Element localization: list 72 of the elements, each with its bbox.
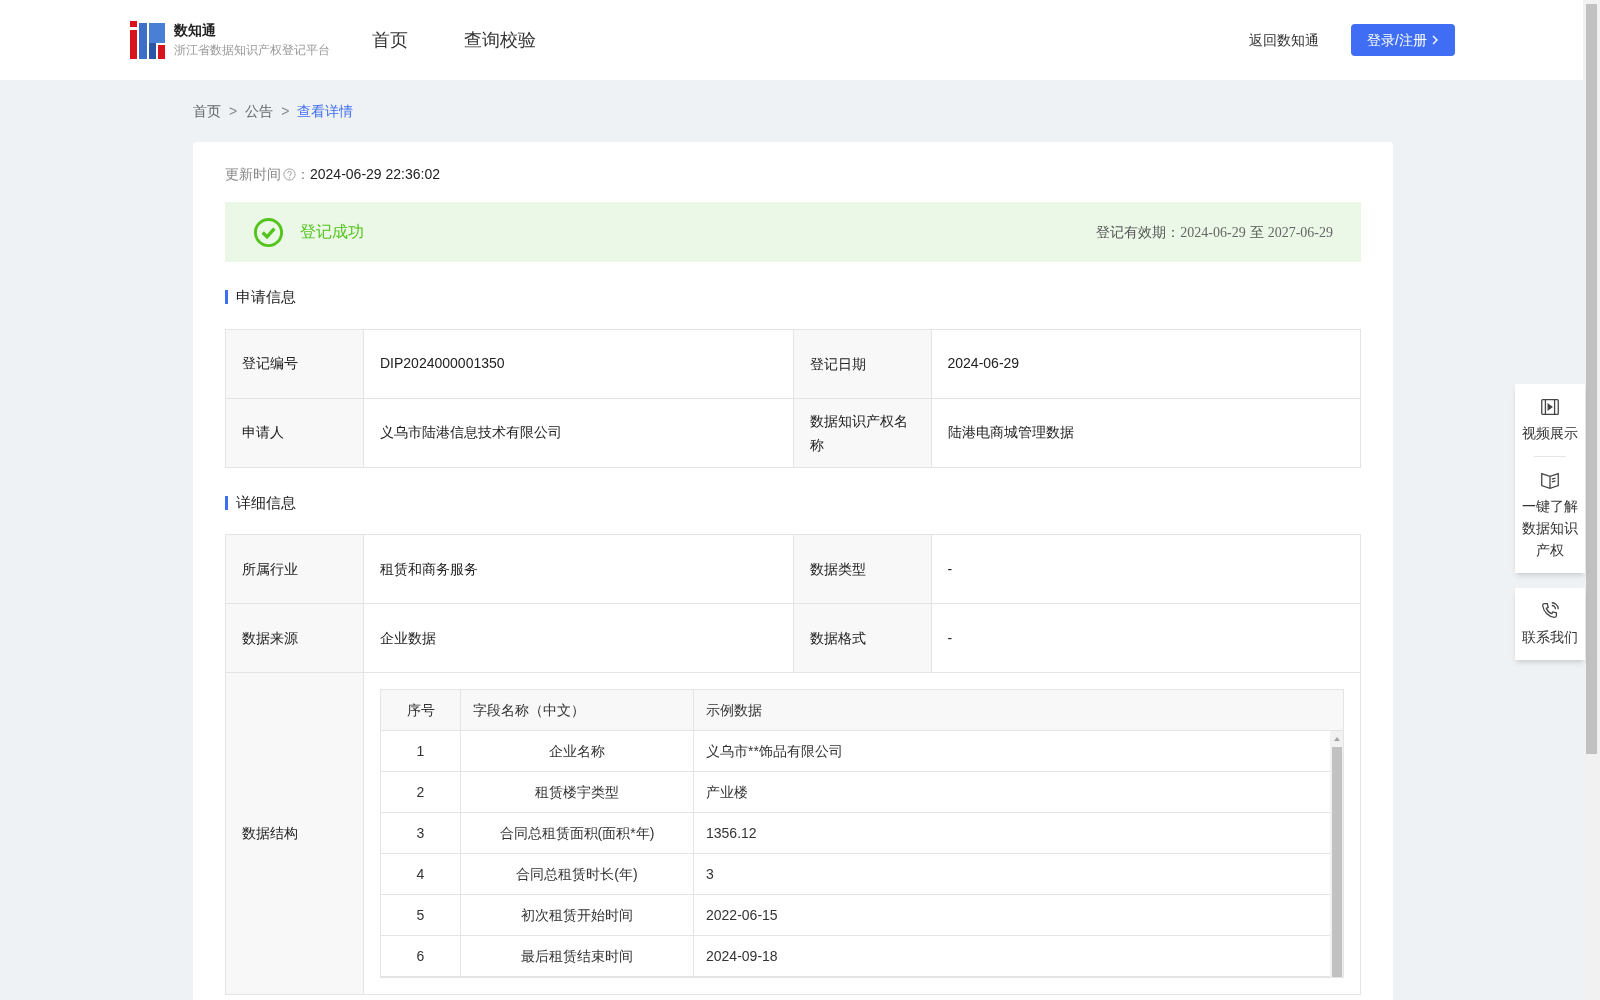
field-value: - [947, 628, 953, 648]
section-marker [225, 495, 228, 510]
table-cell-text: 2022-06-15 [706, 905, 778, 925]
field-value: - [947, 559, 953, 579]
nav-link[interactable]: 查询校验 [464, 26, 536, 54]
section-marker [225, 290, 228, 305]
chevron-right-icon [1431, 35, 1439, 45]
table-cell-text: 3 [416, 823, 425, 843]
table-cell-text: 3 [706, 864, 714, 884]
table-cell-text: 产业楼 [706, 782, 748, 802]
breadcrumb-link[interactable]: 首页 [193, 100, 221, 122]
breadcrumb-link[interactable]: 公告 [245, 100, 274, 122]
field-label: 登记日期 [809, 354, 866, 374]
breadcrumb-separator: > [281, 101, 290, 121]
login-button[interactable]: 登录/注册 [1351, 24, 1455, 56]
table-scrollbar[interactable] [1330, 731, 1343, 977]
side-link[interactable]: 一键了解数据知识产权 [1517, 469, 1583, 561]
logo-icon [130, 21, 166, 59]
field-value: 企业数据 [380, 628, 436, 648]
nav-link[interactable]: 首页 [372, 26, 408, 54]
table-cell-text: 1356.12 [706, 823, 757, 843]
validity-start: 2024-06-29 [1180, 223, 1246, 242]
table-cell-text: 1 [416, 741, 425, 761]
column-header: 序号 [406, 700, 435, 720]
check-circle-icon [253, 216, 284, 248]
table-cell-text: 租赁楼宇类型 [535, 782, 619, 802]
section-title: 申请信息 [236, 287, 296, 307]
scroll-up-icon[interactable] [1332, 735, 1341, 743]
table-cell-text: 合同总租赁时长(年) [516, 864, 638, 884]
table-cell-text: 合同总租赁面积(面积*年) [499, 823, 655, 843]
validity-label: 登记有效期： [1096, 222, 1181, 242]
field-label: 数据知识产权名称 [809, 411, 909, 455]
table-cell-text: 5 [416, 905, 425, 925]
validity-separator: 至 [1249, 222, 1264, 242]
brand-name: 数知通 [174, 21, 217, 40]
field-value: 租赁和商务服务 [380, 559, 478, 579]
field-label: 所属行业 [242, 559, 298, 579]
validity-end: 2027-06-29 [1267, 223, 1333, 242]
section-title: 详细信息 [236, 492, 296, 513]
field-value: 2024-06-29 [947, 354, 1020, 373]
side-link[interactable]: 联系我们 [1517, 600, 1583, 648]
field-value: 义乌市陆港信息技术有限公司 [380, 423, 562, 442]
field-label: 申请人 [242, 423, 284, 442]
table-cell-text: 2 [416, 782, 425, 802]
column-header: 字段名称（中文） [473, 700, 585, 720]
back-link[interactable]: 返回数知通 [1249, 29, 1320, 51]
status-text: 登记成功 [300, 222, 364, 242]
field-value: 陆港电商城管理数据 [947, 423, 1074, 442]
brand-subtitle: 浙江省数据知识产权登记平台 [174, 42, 330, 59]
side-link[interactable]: 视频展示 [1517, 396, 1583, 444]
update-label: 更新时间 [225, 164, 281, 184]
table-cell-text: 6 [416, 946, 425, 966]
field-value: DIP2024000001350 [380, 354, 505, 373]
breadcrumb-separator: > [229, 101, 238, 121]
column-header: 示例数据 [706, 700, 762, 720]
table-cell-text: 义乌市**饰品有限公司 [706, 741, 843, 761]
field-label: 数据结构 [242, 824, 298, 843]
field-label: 数据格式 [809, 629, 866, 648]
table-cell-text: 2024-09-18 [706, 946, 778, 966]
field-label: 数据来源 [242, 628, 298, 648]
table-cell-text: 4 [416, 864, 425, 884]
breadcrumb-link[interactable]: 查看详情 [297, 100, 354, 122]
table-cell-text: 企业名称 [549, 741, 605, 761]
page-scrollbar[interactable] [1583, 0, 1600, 1000]
table-cell-text: 初次租赁开始时间 [521, 905, 633, 925]
field-label: 数据类型 [809, 560, 866, 579]
table-cell-text: 最后租赁结束时间 [521, 946, 633, 966]
field-label: 登记编号 [242, 354, 298, 373]
update-colon: ： [296, 164, 310, 184]
update-time: 2024-06-29 22:36:02 [310, 164, 440, 184]
help-icon [283, 167, 296, 181]
film-icon [1539, 396, 1561, 418]
